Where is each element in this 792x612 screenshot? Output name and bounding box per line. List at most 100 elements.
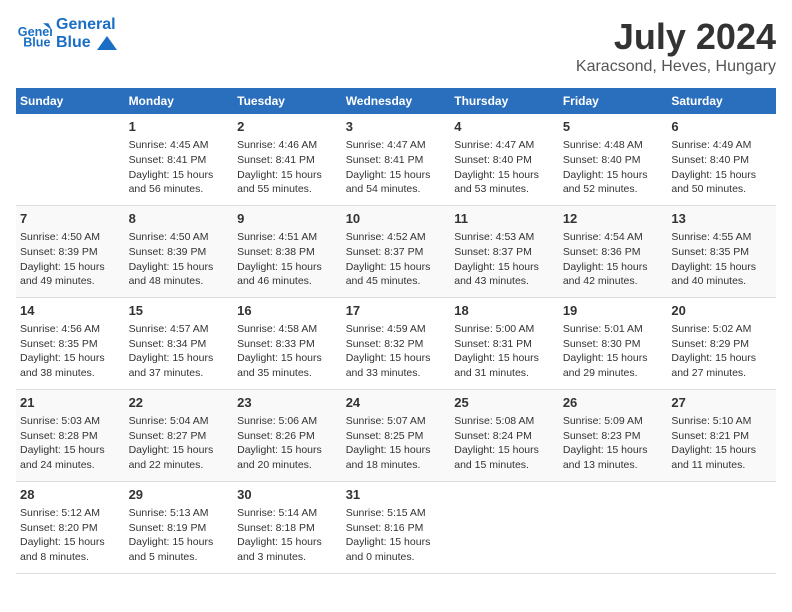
day-cell: 13 Sunrise: 4:55 AM Sunset: 8:35 PM Dayli… (667, 205, 776, 297)
day-content: Sunrise: 4:46 AM Sunset: 8:41 PM Dayligh… (237, 138, 338, 197)
day-cell: 21 Sunrise: 5:03 AM Sunset: 8:28 PM Dayli… (16, 389, 125, 481)
day-content: Sunrise: 4:45 AM Sunset: 8:41 PM Dayligh… (129, 138, 230, 197)
day-number: 25 (454, 394, 555, 412)
day-content: Sunrise: 4:53 AM Sunset: 8:37 PM Dayligh… (454, 230, 555, 289)
day-content: Sunrise: 4:49 AM Sunset: 8:40 PM Dayligh… (671, 138, 772, 197)
day-content: Sunrise: 4:50 AM Sunset: 8:39 PM Dayligh… (129, 230, 230, 289)
logo: General Blue General Blue (16, 16, 117, 52)
day-cell: 6 Sunrise: 4:49 AM Sunset: 8:40 PM Daylig… (667, 114, 776, 205)
day-cell: 30Sunrise: 5:14 AM Sunset: 8:18 PM Dayli… (233, 481, 342, 573)
day-cell (16, 114, 125, 205)
day-content: Sunrise: 5:08 AM Sunset: 8:24 PM Dayligh… (454, 414, 555, 473)
day-cell: 5 Sunrise: 4:48 AM Sunset: 8:40 PM Daylig… (559, 114, 668, 205)
day-cell: 20Sunrise: 5:02 AM Sunset: 8:29 PM Dayli… (667, 297, 776, 389)
week-row-1: 1 Sunrise: 4:45 AM Sunset: 8:41 PM Daylig… (16, 114, 776, 205)
day-cell (559, 481, 668, 573)
day-content: Sunrise: 4:47 AM Sunset: 8:40 PM Dayligh… (454, 138, 555, 197)
logo-icon: General Blue (16, 16, 52, 52)
day-content: Sunrise: 4:59 AM Sunset: 8:32 PM Dayligh… (346, 322, 447, 381)
day-number: 14 (20, 302, 121, 320)
day-cell (450, 481, 559, 573)
week-row-2: 7 Sunrise: 4:50 AM Sunset: 8:39 PM Daylig… (16, 205, 776, 297)
day-cell: 22 Sunrise: 5:04 AM Sunset: 8:27 PM Dayli… (125, 389, 234, 481)
day-content: Sunrise: 5:03 AM Sunset: 8:28 PM Dayligh… (20, 414, 121, 473)
day-number: 13 (671, 210, 772, 228)
day-number: 11 (454, 210, 555, 228)
day-content: Sunrise: 4:47 AM Sunset: 8:41 PM Dayligh… (346, 138, 447, 197)
day-number: 9 (237, 210, 338, 228)
day-number: 20 (671, 302, 772, 320)
week-row-5: 28 Sunrise: 5:12 AM Sunset: 8:20 PM Dayli… (16, 481, 776, 573)
day-content: Sunrise: 5:06 AM Sunset: 8:26 PM Dayligh… (237, 414, 338, 473)
day-number: 7 (20, 210, 121, 228)
day-content: Sunrise: 5:04 AM Sunset: 8:27 PM Dayligh… (129, 414, 230, 473)
day-cell: 17 Sunrise: 4:59 AM Sunset: 8:32 PM Dayli… (342, 297, 451, 389)
day-content: Sunrise: 4:55 AM Sunset: 8:35 PM Dayligh… (671, 230, 772, 289)
day-content: Sunrise: 5:00 AM Sunset: 8:31 PM Dayligh… (454, 322, 555, 381)
day-content: Sunrise: 4:51 AM Sunset: 8:38 PM Dayligh… (237, 230, 338, 289)
day-number: 1 (129, 118, 230, 136)
day-number: 4 (454, 118, 555, 136)
day-number: 19 (563, 302, 664, 320)
day-cell: 10 Sunrise: 4:52 AM Sunset: 8:37 PM Dayli… (342, 205, 451, 297)
day-cell: 28 Sunrise: 5:12 AM Sunset: 8:20 PM Dayli… (16, 481, 125, 573)
calendar-table: SundayMondayTuesdayWednesdayThursdayFrid… (16, 88, 776, 574)
day-number: 24 (346, 394, 447, 412)
header-cell-monday: Monday (125, 88, 234, 114)
day-number: 16 (237, 302, 338, 320)
day-content: Sunrise: 4:52 AM Sunset: 8:37 PM Dayligh… (346, 230, 447, 289)
day-number: 21 (20, 394, 121, 412)
day-content: Sunrise: 5:09 AM Sunset: 8:23 PM Dayligh… (563, 414, 664, 473)
day-cell: 9 Sunrise: 4:51 AM Sunset: 8:38 PM Daylig… (233, 205, 342, 297)
day-content: Sunrise: 4:48 AM Sunset: 8:40 PM Dayligh… (563, 138, 664, 197)
svg-text:Blue: Blue (23, 36, 50, 50)
header-cell-thursday: Thursday (450, 88, 559, 114)
header-cell-tuesday: Tuesday (233, 88, 342, 114)
day-content: Sunrise: 4:50 AM Sunset: 8:39 PM Dayligh… (20, 230, 121, 289)
day-number: 2 (237, 118, 338, 136)
day-number: 29 (129, 486, 230, 504)
day-cell: 11 Sunrise: 4:53 AM Sunset: 8:37 PM Dayli… (450, 205, 559, 297)
subtitle: Karacsond, Heves, Hungary (576, 58, 776, 76)
day-number: 26 (563, 394, 664, 412)
page-header: General Blue General Blue July 2024 Kara… (16, 16, 776, 76)
day-number: 31 (346, 486, 447, 504)
day-number: 27 (671, 394, 772, 412)
day-cell: 16 Sunrise: 4:58 AM Sunset: 8:33 PM Dayli… (233, 297, 342, 389)
day-content: Sunrise: 5:10 AM Sunset: 8:21 PM Dayligh… (671, 414, 772, 473)
day-number: 30 (237, 486, 338, 504)
day-cell: 15Sunrise: 4:57 AM Sunset: 8:34 PM Dayli… (125, 297, 234, 389)
day-cell: 23 Sunrise: 5:06 AM Sunset: 8:26 PM Dayli… (233, 389, 342, 481)
day-cell: 1 Sunrise: 4:45 AM Sunset: 8:41 PM Daylig… (125, 114, 234, 205)
main-title: July 2024 (576, 16, 776, 58)
day-content: Sunrise: 5:12 AM Sunset: 8:20 PM Dayligh… (20, 506, 121, 565)
day-number: 3 (346, 118, 447, 136)
day-number: 12 (563, 210, 664, 228)
header-cell-saturday: Saturday (667, 88, 776, 114)
header-cell-wednesday: Wednesday (342, 88, 451, 114)
day-number: 28 (20, 486, 121, 504)
day-number: 22 (129, 394, 230, 412)
day-content: Sunrise: 5:07 AM Sunset: 8:25 PM Dayligh… (346, 414, 447, 473)
week-row-3: 14 Sunrise: 4:56 AM Sunset: 8:35 PM Dayli… (16, 297, 776, 389)
day-number: 23 (237, 394, 338, 412)
day-cell: 12Sunrise: 4:54 AM Sunset: 8:36 PM Dayli… (559, 205, 668, 297)
day-number: 6 (671, 118, 772, 136)
day-content: Sunrise: 4:57 AM Sunset: 8:34 PM Dayligh… (129, 322, 230, 381)
day-cell: 26 Sunrise: 5:09 AM Sunset: 8:23 PM Dayli… (559, 389, 668, 481)
day-content: Sunrise: 4:58 AM Sunset: 8:33 PM Dayligh… (237, 322, 338, 381)
day-cell: 3 Sunrise: 4:47 AM Sunset: 8:41 PM Daylig… (342, 114, 451, 205)
day-cell: 29 Sunrise: 5:13 AM Sunset: 8:19 PM Dayli… (125, 481, 234, 573)
day-cell: 7 Sunrise: 4:50 AM Sunset: 8:39 PM Daylig… (16, 205, 125, 297)
day-content: Sunrise: 5:13 AM Sunset: 8:19 PM Dayligh… (129, 506, 230, 565)
day-number: 10 (346, 210, 447, 228)
title-block: July 2024 Karacsond, Heves, Hungary (576, 16, 776, 76)
day-number: 17 (346, 302, 447, 320)
day-number: 5 (563, 118, 664, 136)
day-number: 8 (129, 210, 230, 228)
day-content: Sunrise: 4:56 AM Sunset: 8:35 PM Dayligh… (20, 322, 121, 381)
day-cell: 25 Sunrise: 5:08 AM Sunset: 8:24 PM Dayli… (450, 389, 559, 481)
day-content: Sunrise: 5:15 AM Sunset: 8:16 PM Dayligh… (346, 506, 447, 565)
day-cell: 24 Sunrise: 5:07 AM Sunset: 8:25 PM Dayli… (342, 389, 451, 481)
day-cell: 27 Sunrise: 5:10 AM Sunset: 8:21 PM Dayli… (667, 389, 776, 481)
